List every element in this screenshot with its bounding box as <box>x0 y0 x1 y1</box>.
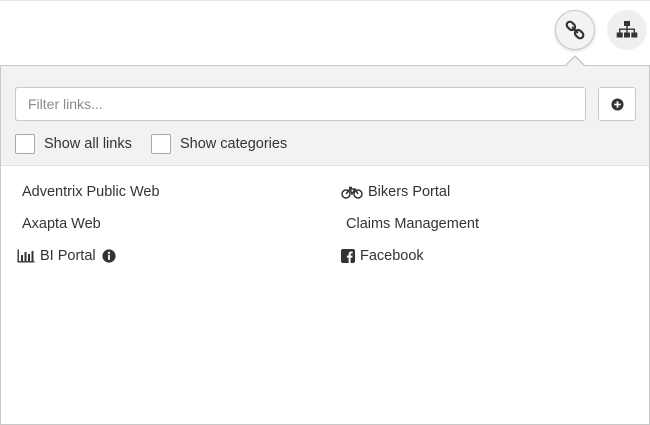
facebook-icon <box>341 249 355 263</box>
link-bi-portal[interactable]: BI Portal <box>17 245 116 267</box>
add-link-button[interactable] <box>598 87 636 121</box>
links-button[interactable] <box>555 10 595 50</box>
link-axapta-web[interactable]: Axapta Web <box>22 213 101 235</box>
show-all-links-label: Show all links <box>44 136 132 152</box>
filter-links-input[interactable] <box>15 87 586 121</box>
sitemap-icon <box>616 21 638 38</box>
filter-area: Show all links Show categories <box>1 66 649 166</box>
links-panel: Show all links Show categories Adventrix… <box>0 65 650 425</box>
show-all-links-checkbox[interactable] <box>15 134 35 154</box>
show-categories-label: Show categories <box>180 136 288 152</box>
show-categories-checkbox[interactable] <box>151 134 171 154</box>
show-all-links-option[interactable]: Show all links <box>15 134 132 154</box>
link-label: Claims Management <box>346 216 479 232</box>
bar-chart-icon <box>17 249 35 263</box>
link-facebook[interactable]: Facebook <box>341 245 424 267</box>
link-bikers-portal[interactable]: Bikers Portal <box>341 181 450 203</box>
link-icon <box>565 20 585 40</box>
link-label: Facebook <box>360 248 424 264</box>
link-adventrix-public-web[interactable]: Adventrix Public Web <box>22 181 160 203</box>
link-claims-management[interactable]: Claims Management <box>346 213 479 235</box>
bicycle-icon <box>341 186 363 199</box>
plus-circle-icon <box>610 97 624 111</box>
sitemap-button[interactable] <box>607 10 647 50</box>
top-bar <box>0 0 650 58</box>
link-label: Bikers Portal <box>368 184 451 200</box>
show-categories-option[interactable]: Show categories <box>151 134 287 154</box>
panel-caret-inner <box>566 57 584 66</box>
info-icon[interactable] <box>102 249 116 263</box>
link-label: Axapta Web <box>22 216 101 232</box>
link-label: BI Portal <box>40 248 96 264</box>
link-label: Adventrix Public Web <box>22 184 160 200</box>
